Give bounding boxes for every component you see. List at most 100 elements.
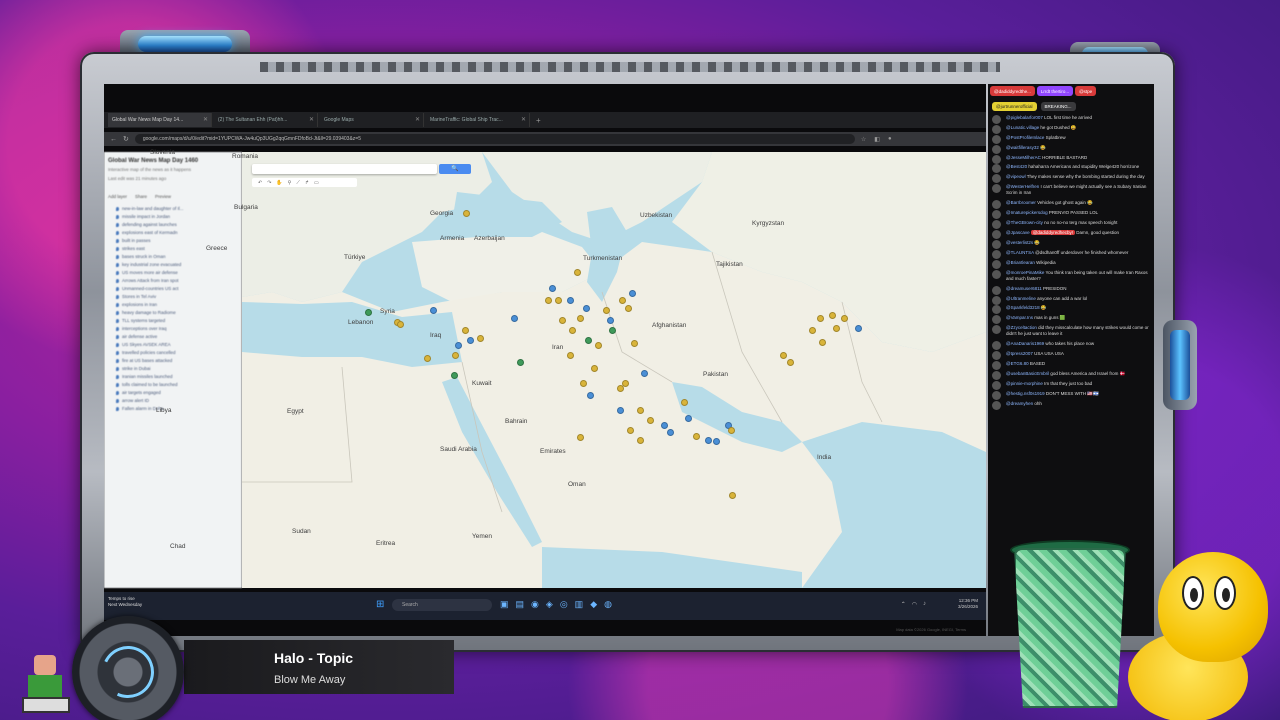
map-marker-icon[interactable] [713, 438, 720, 445]
layer-item[interactable]: US Skyes AVSEK AREA [108, 341, 237, 349]
chat-username[interactable]: @Ultranmeline [1006, 296, 1036, 301]
layer-item[interactable]: interceptions over Iraq [108, 325, 237, 333]
layer-item[interactable]: missile impact in Jordan [108, 213, 237, 221]
layer-item[interactable]: Arrows Attack from Iran spot [108, 277, 237, 285]
chat-username[interactable]: @JesseMilherAC [1006, 155, 1041, 160]
close-icon[interactable]: ✕ [203, 116, 208, 123]
map-marker-icon[interactable] [603, 307, 610, 314]
avatar[interactable] [992, 124, 1001, 134]
chat-username[interactable]: @ETG6.80 [1006, 361, 1029, 366]
map-marker-icon[interactable] [625, 305, 632, 312]
app-icon[interactable]: ◆ [590, 599, 597, 610]
map-canvas[interactable] [242, 152, 986, 588]
avatar[interactable] [992, 249, 1001, 259]
map-marker-icon[interactable] [617, 407, 624, 414]
ruler-icon[interactable]: ▭ [314, 180, 319, 186]
map-marker-icon[interactable] [585, 337, 592, 344]
layer-item[interactable]: Fallen alarm in Doha [108, 405, 237, 413]
chat-username[interactable]: @Briantlearan [1006, 260, 1035, 265]
map-marker-icon[interactable] [641, 370, 648, 377]
map-marker-icon[interactable] [517, 359, 524, 366]
chat-username[interactable]: @hestig.nsf0s1919 [1006, 391, 1045, 396]
chat-username[interactable]: @Imaturepickersdog [1006, 210, 1048, 215]
redo-icon[interactable]: ↷ [267, 180, 271, 186]
layer-item[interactable]: defending against launches [108, 221, 237, 229]
layer-item[interactable]: Stores in Tel Aviv [108, 293, 237, 301]
map-marker-icon[interactable] [609, 327, 616, 334]
chat-username[interactable]: @dreamuser6811 [1006, 286, 1042, 291]
map-marker-icon[interactable] [829, 312, 836, 319]
map-marker-icon[interactable] [681, 399, 688, 406]
map-marker-icon[interactable] [549, 285, 556, 292]
avatar[interactable] [992, 115, 1001, 124]
chat-username[interactable]: @TheGBrown-city [1006, 220, 1043, 225]
map-marker-icon[interactable] [397, 321, 404, 328]
search-icon[interactable]: 🔍 [439, 164, 471, 174]
map-marker-icon[interactable] [559, 317, 566, 324]
map-marker-icon[interactable] [555, 297, 562, 304]
map-marker-icon[interactable] [545, 297, 552, 304]
profile-icon[interactable]: ● [888, 136, 892, 143]
extensions-icon[interactable]: ◧ [874, 136, 880, 143]
chat-username[interactable]: @usebanBasicEmbril [1006, 371, 1049, 376]
map-marker-icon[interactable] [787, 359, 794, 366]
map-marker-icon[interactable] [819, 339, 826, 346]
map-marker-icon[interactable] [661, 422, 668, 429]
chat-username[interactable]: @Sparkfeld3218 [1006, 305, 1040, 310]
avatar[interactable] [992, 230, 1001, 239]
map-marker-icon[interactable] [619, 297, 626, 304]
app-icon[interactable]: ◍ [604, 599, 612, 610]
breaking-badge[interactable]: BREAKING... [1040, 102, 1076, 111]
map-marker-icon[interactable] [667, 429, 674, 436]
preview-button[interactable]: Preview [155, 194, 171, 199]
layer-item[interactable]: key industrial zone evacuated [108, 261, 237, 269]
windows-start-icon[interactable]: ⊞ [376, 600, 386, 610]
avatar[interactable] [992, 259, 1001, 269]
map-marker-icon[interactable] [511, 315, 518, 322]
map-marker-icon[interactable] [833, 325, 840, 332]
layer-item[interactable]: air targets engaged [108, 389, 237, 397]
map-marker-icon[interactable] [577, 315, 584, 322]
avatar[interactable] [992, 341, 1001, 351]
chat-username[interactable]: @Zzyceltaction [1006, 325, 1037, 330]
layer-item[interactable]: arrow alert ID [108, 397, 237, 405]
avatar[interactable] [992, 184, 1001, 194]
layer-item[interactable]: bases struck in Oman [108, 253, 237, 261]
browser-tab[interactable]: Global War News Map Day 14... ✕ [108, 113, 212, 127]
chat-username[interactable]: @Jpascave [1006, 230, 1030, 235]
avatar[interactable] [992, 351, 1001, 361]
map-marker-icon[interactable] [627, 427, 634, 434]
map-marker-icon[interactable] [567, 352, 574, 359]
files-icon[interactable]: ▤ [516, 599, 525, 610]
map-marker-icon[interactable] [841, 315, 848, 322]
map-marker-icon[interactable] [817, 315, 824, 322]
layer-item[interactable]: travelled policies cancelled [108, 349, 237, 357]
bookmark-icon[interactable]: ☆ [861, 136, 866, 143]
map-marker-icon[interactable] [455, 342, 462, 349]
map-marker-icon[interactable] [452, 352, 459, 359]
map-search-input[interactable] [252, 164, 437, 174]
marker-icon[interactable]: ⚲ [288, 180, 292, 186]
clock[interactable]: 12:36 PM 3/26/2026 [958, 598, 978, 610]
add-layer-button[interactable]: Add layer [108, 194, 127, 199]
chat-username[interactable]: @piglebalarfor007 [1006, 115, 1043, 120]
layer-item[interactable]: heavy damage to Radiome [108, 309, 237, 317]
browser-tab[interactable]: (2) The Sultanan Ehh (Pat)hh... ✕ [214, 113, 318, 127]
pinned-user[interactable]: @jurtrunnerofficial [992, 102, 1037, 111]
chat-tab[interactable]: @dadiddyredthe... [990, 86, 1035, 96]
map-marker-icon[interactable] [705, 437, 712, 444]
chat-username[interactable]: @vesterlist2s [1006, 240, 1033, 245]
map-marker-icon[interactable] [685, 415, 692, 422]
map-marker-icon[interactable] [728, 427, 735, 434]
map-marker-icon[interactable] [607, 317, 614, 324]
avatar[interactable] [992, 400, 1001, 410]
layer-item[interactable]: built in passes [108, 237, 237, 245]
chat-username[interactable]: @monroePinaMike [1006, 270, 1044, 275]
avatar[interactable] [992, 154, 1001, 164]
avatar[interactable] [992, 239, 1001, 249]
map-marker-icon[interactable] [631, 340, 638, 347]
close-icon[interactable]: ✕ [415, 116, 420, 123]
map-marker-icon[interactable] [580, 380, 587, 387]
map-marker-icon[interactable] [477, 335, 484, 342]
avatar[interactable] [992, 361, 1001, 371]
